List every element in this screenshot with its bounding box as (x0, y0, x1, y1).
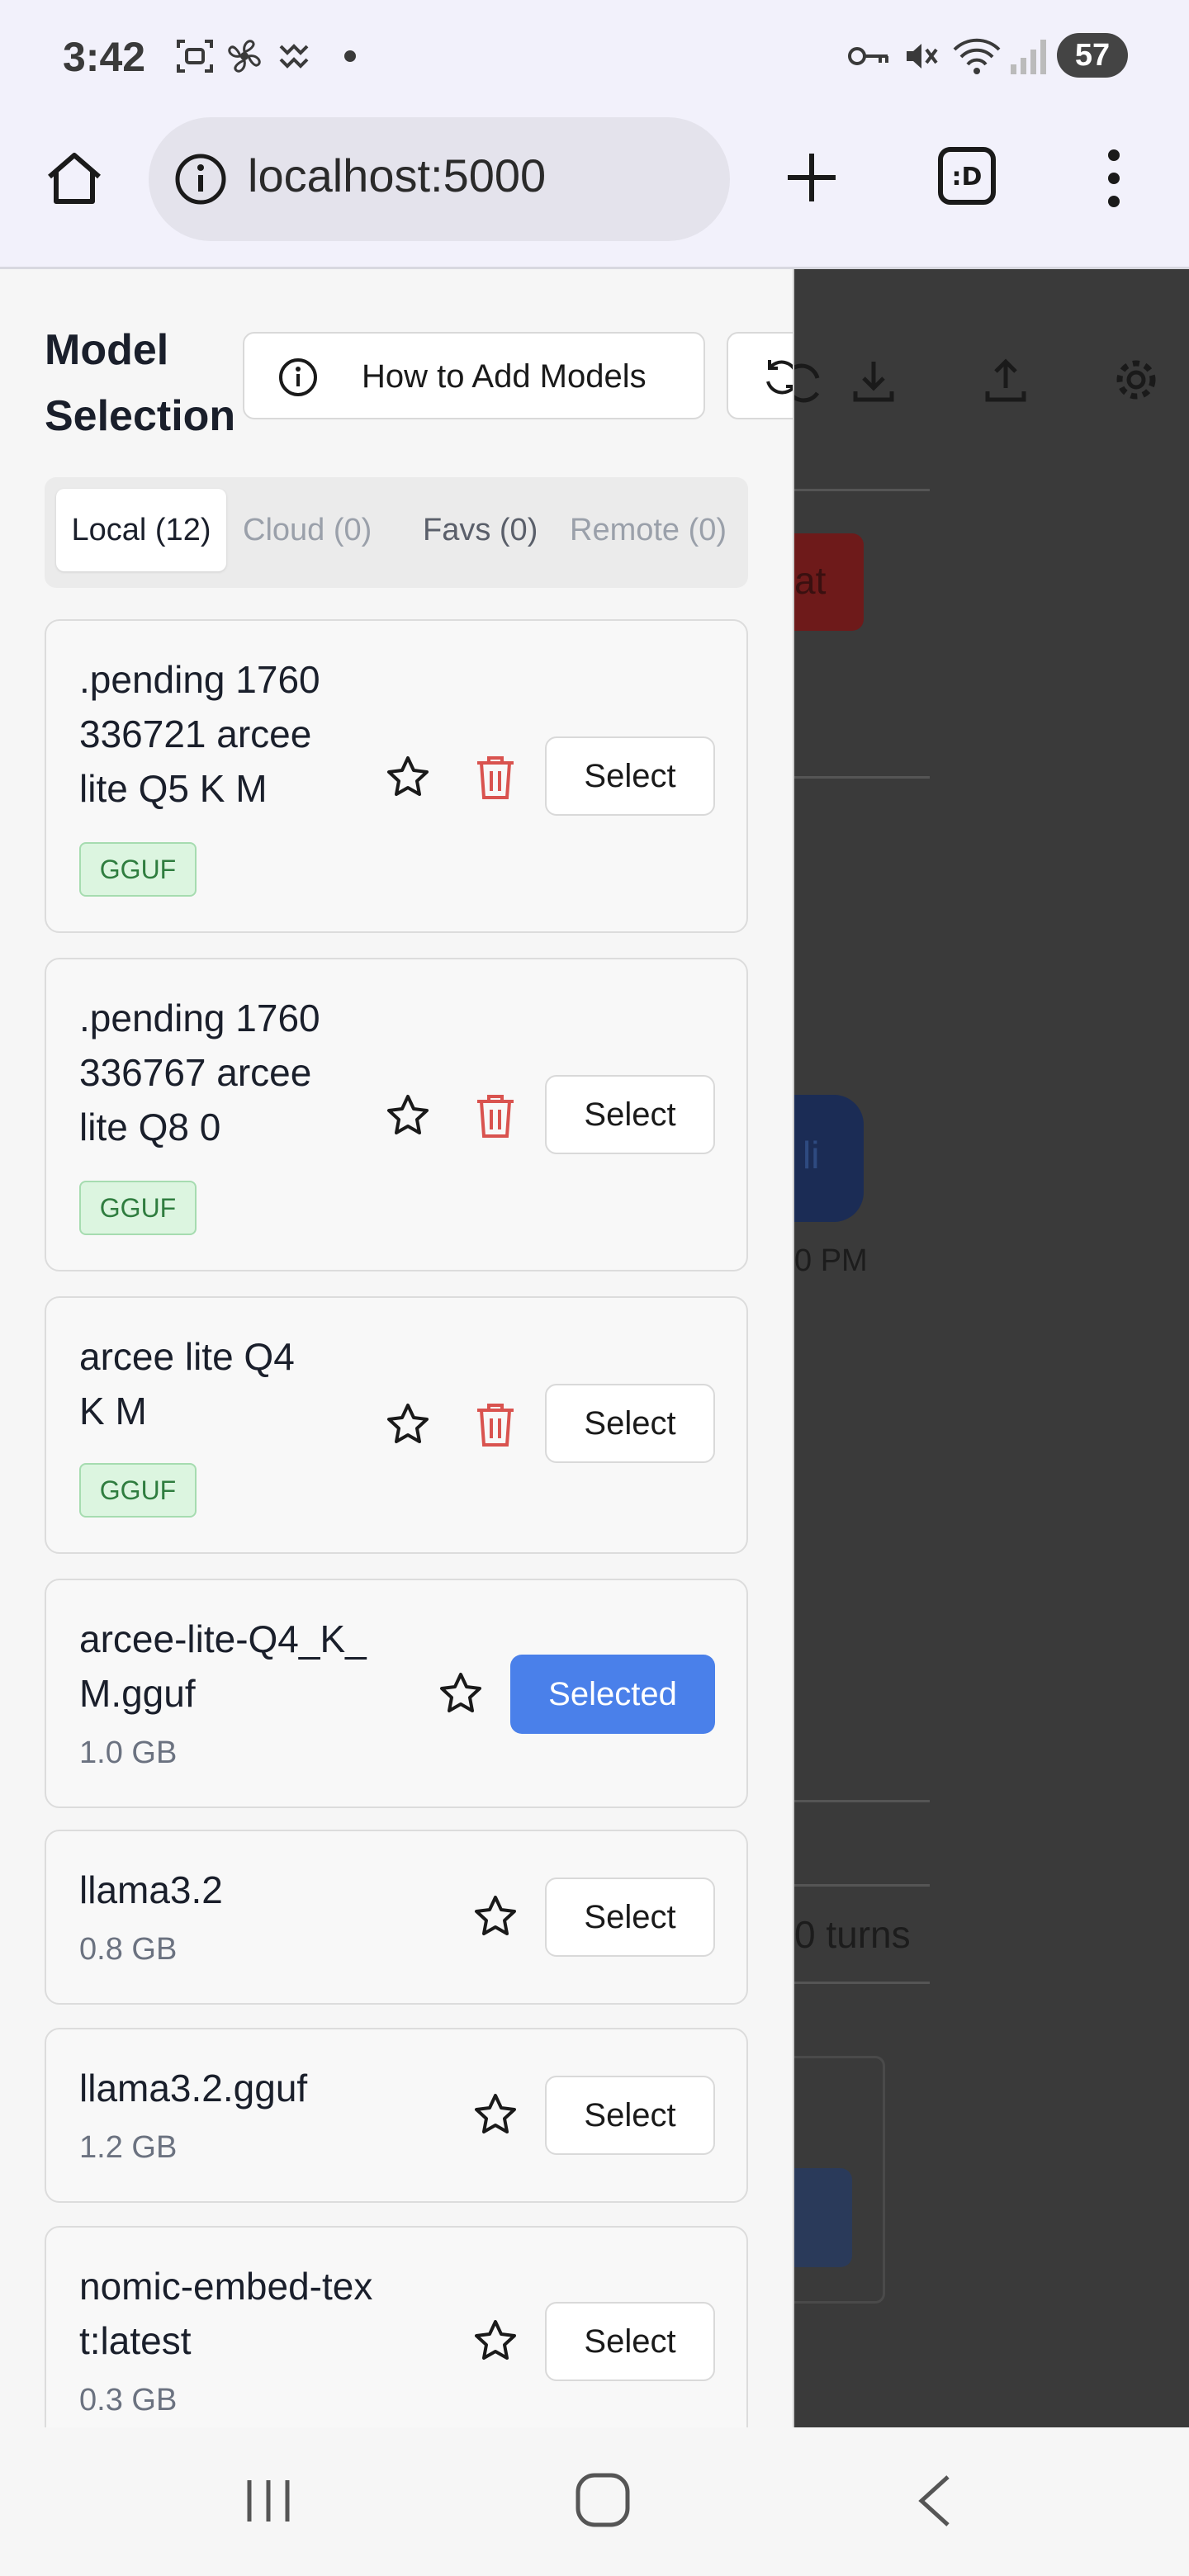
model-card-selected[interactable]: arcee-lite-Q4_K_ M.gguf 1.0 GB Selected (45, 1579, 748, 1808)
delete-trash-icon[interactable] (474, 1400, 517, 1450)
model-name: nomic-embed-tex t:latest (79, 2265, 373, 2362)
format-badge: GGUF (79, 1463, 197, 1518)
background-app-overlay[interactable]: at li 0 PM 0 turns (794, 269, 1189, 2427)
site-info-icon[interactable] (173, 152, 228, 206)
recent-apps-icon[interactable] (241, 2474, 296, 2528)
dimmed-timestamp: 0 PM (794, 1243, 868, 1278)
model-card[interactable]: arcee lite Q4 K M GGUF Select (45, 1296, 748, 1554)
favorite-star-icon[interactable] (471, 1892, 520, 1942)
download-icon (853, 362, 894, 402)
tab-cloud[interactable]: Cloud (0) (243, 489, 372, 571)
tab-remote[interactable]: Remote (0) (570, 489, 727, 571)
wifi-icon (953, 38, 1001, 74)
model-size: 1.2 GB (79, 2130, 178, 2165)
key-icon (848, 47, 888, 65)
battery-indicator: 57 (1057, 33, 1128, 78)
svg-text::D: :D (952, 163, 983, 192)
select-model-button[interactable]: Select (545, 1878, 715, 1957)
tab-switcher-icon[interactable]: :D (936, 145, 997, 206)
fan-icon (228, 40, 261, 73)
favorite-star-icon[interactable] (383, 1091, 433, 1141)
model-name: .pending 1760 336767 arcee lite Q8 0 (79, 997, 320, 1148)
model-card[interactable]: nomic-embed-tex t:latest 0.3 GB Select (45, 2226, 748, 2427)
how-to-add-models-button[interactable]: How to Add Models (243, 332, 705, 419)
divider (794, 1800, 930, 1802)
browser-toolbar: localhost:5000 :D (0, 112, 1189, 269)
format-badge: GGUF (79, 842, 197, 897)
how-to-add-models-label: How to Add Models (362, 358, 647, 395)
model-name: .pending 1760 336721 arcee lite Q5 K M (79, 658, 320, 810)
dimmed-turns-count: 0 turns (794, 1913, 911, 1956)
status-bar: 3:42 57 (0, 0, 1189, 112)
mute-icon (907, 44, 938, 69)
select-model-button[interactable]: Select (545, 2076, 715, 2155)
tab-local[interactable]: Local (12) (56, 489, 226, 571)
selected-model-button[interactable]: Selected (510, 1655, 715, 1734)
model-name: arcee lite Q4 K M (79, 1335, 295, 1432)
model-card[interactable]: .pending 1760 336721 arcee lite Q5 K M GGU… (45, 619, 748, 933)
home-nav-icon[interactable] (571, 2469, 634, 2531)
more-menu-icon[interactable] (1100, 145, 1128, 211)
format-badge: GGUF (79, 1181, 197, 1235)
drawer-title: Model Selection (45, 326, 236, 440)
status-time: 3:42 (63, 34, 146, 80)
dimmed-red-button: at (794, 533, 864, 631)
screenshot-icon (177, 40, 213, 73)
divider (794, 1982, 930, 1984)
select-model-button[interactable]: Select (545, 1384, 715, 1463)
settings-gear-icon (1116, 360, 1156, 400)
model-size: 0.8 GB (79, 1932, 178, 1967)
signal-icon (1011, 40, 1046, 74)
new-tab-icon[interactable] (783, 149, 841, 206)
refresh-models-button[interactable] (727, 332, 793, 419)
delete-trash-icon[interactable] (474, 1091, 517, 1141)
home-icon[interactable] (43, 147, 106, 210)
model-name: llama3.2.gguf (79, 2067, 308, 2110)
favorite-star-icon[interactable] (436, 1669, 486, 1719)
model-card[interactable]: llama3.2 0.8 GB Select (45, 1830, 748, 2005)
model-card[interactable]: .pending 1760 336767 arcee lite Q8 0 GGUF … (45, 958, 748, 1271)
model-card[interactable]: llama3.2.gguf 1.2 GB Select (45, 2028, 748, 2203)
dimmed-message-bubble: li (794, 1095, 864, 1222)
info-icon (279, 358, 317, 396)
model-size: 0.3 GB (79, 2383, 178, 2417)
favorite-star-icon[interactable] (383, 753, 433, 803)
url-text[interactable]: localhost:5000 (248, 149, 546, 202)
model-source-tabs: Local (12) Cloud (0) Favs (0) Remote (0) (45, 477, 748, 588)
back-icon[interactable] (912, 2472, 958, 2530)
favorite-star-icon[interactable] (383, 1400, 433, 1450)
refresh-icon (766, 360, 793, 395)
model-name: arcee-lite-Q4_K_ M.gguf (79, 1617, 367, 1715)
select-model-button[interactable]: Select (545, 1075, 715, 1154)
model-selection-drawer: Model Selection How to Add Models Local … (0, 269, 794, 2427)
select-model-button[interactable]: Select (545, 2302, 715, 2381)
divider (794, 1884, 930, 1887)
tab-favs[interactable]: Favs (0) (423, 489, 538, 571)
refresh-icon (794, 363, 820, 403)
delete-trash-icon[interactable] (474, 753, 517, 803)
upload-icon (985, 358, 1026, 402)
notification-dot-icon (344, 50, 356, 62)
favorite-star-icon[interactable] (471, 2091, 520, 2140)
dimmed-send-button (794, 2168, 852, 2267)
favorite-star-icon[interactable] (471, 2317, 520, 2366)
divider (794, 776, 930, 779)
model-name: llama3.2 (79, 1868, 223, 1911)
select-model-button[interactable]: Select (545, 736, 715, 816)
pattern-icon (279, 44, 309, 69)
divider (794, 489, 930, 491)
system-navigation-bar (0, 2427, 1189, 2576)
model-size: 1.0 GB (79, 1735, 178, 1770)
